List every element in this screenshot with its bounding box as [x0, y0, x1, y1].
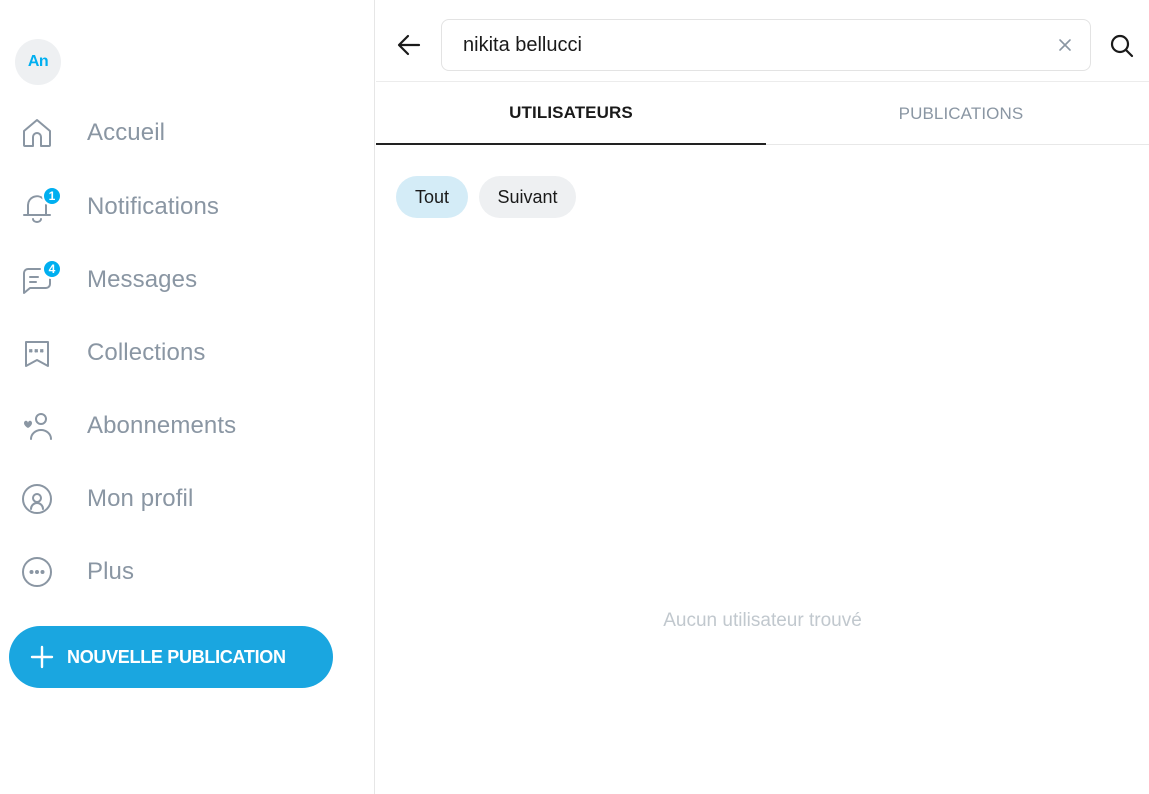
- subscriptions-icon: [20, 407, 58, 445]
- sidebar-item-accueil[interactable]: Accueil: [0, 105, 360, 161]
- search-input[interactable]: [463, 30, 1023, 60]
- sidebar-item-plus[interactable]: Plus: [0, 544, 360, 600]
- profile-icon: [20, 480, 58, 518]
- close-icon[interactable]: [1058, 38, 1072, 57]
- new-post-label: NOUVELLE PUBLICATION: [67, 646, 286, 667]
- tab-publications[interactable]: PUBLICATIONS: [766, 82, 1149, 145]
- filter-chip-tout[interactable]: Tout: [396, 176, 468, 218]
- back-arrow-icon[interactable]: [396, 32, 422, 63]
- sidebar-item-label: Plus: [87, 558, 135, 585]
- sidebar-item-notifications[interactable]: 1 Notifications: [0, 179, 360, 235]
- search-box: [441, 19, 1091, 71]
- sidebar-item-abonnements[interactable]: Abonnements: [0, 398, 360, 454]
- avatar[interactable]: An: [15, 39, 61, 85]
- search-tabs: UTILISATEURS PUBLICATIONS: [376, 82, 1149, 145]
- sidebar-item-label: Mon profil: [87, 485, 194, 512]
- sidebar-item-messages[interactable]: 4 Messages: [0, 252, 360, 308]
- new-post-button[interactable]: NOUVELLE PUBLICATION: [9, 626, 333, 688]
- sidebar-item-label: Collections: [87, 339, 206, 366]
- sidebar-item-label: Notifications: [87, 193, 220, 220]
- app-root: An Accueil 1 Notifications 4 Messages Co…: [0, 0, 1149, 794]
- bookmark-stars-icon: [20, 334, 58, 372]
- search-icon[interactable]: [1109, 33, 1135, 64]
- filter-chip-suivant[interactable]: Suivant: [479, 176, 576, 218]
- plus-icon: [30, 645, 54, 672]
- sidebar-item-mon-profil[interactable]: Mon profil: [0, 471, 360, 527]
- sidebar-item-label: Accueil: [87, 119, 166, 146]
- sidebar: An Accueil 1 Notifications 4 Messages Co…: [0, 0, 375, 794]
- search-header: [376, 0, 1149, 82]
- sidebar-item-label: Messages: [87, 266, 198, 293]
- notification-badge: 1: [42, 186, 62, 206]
- message-badge: 4: [42, 259, 62, 279]
- bell-icon: 1: [20, 186, 62, 226]
- sidebar-item-collections[interactable]: Collections: [0, 325, 360, 381]
- home-icon: [20, 114, 58, 152]
- chat-icon: 4: [20, 259, 62, 299]
- empty-state-message: Aucun utilisateur trouvé: [663, 610, 862, 631]
- more-icon: [20, 553, 58, 591]
- main-content: UTILISATEURS PUBLICATIONS Tout Suivant A…: [376, 0, 1149, 794]
- sidebar-item-label: Abonnements: [87, 412, 237, 439]
- tab-utilisateurs[interactable]: UTILISATEURS: [376, 82, 766, 145]
